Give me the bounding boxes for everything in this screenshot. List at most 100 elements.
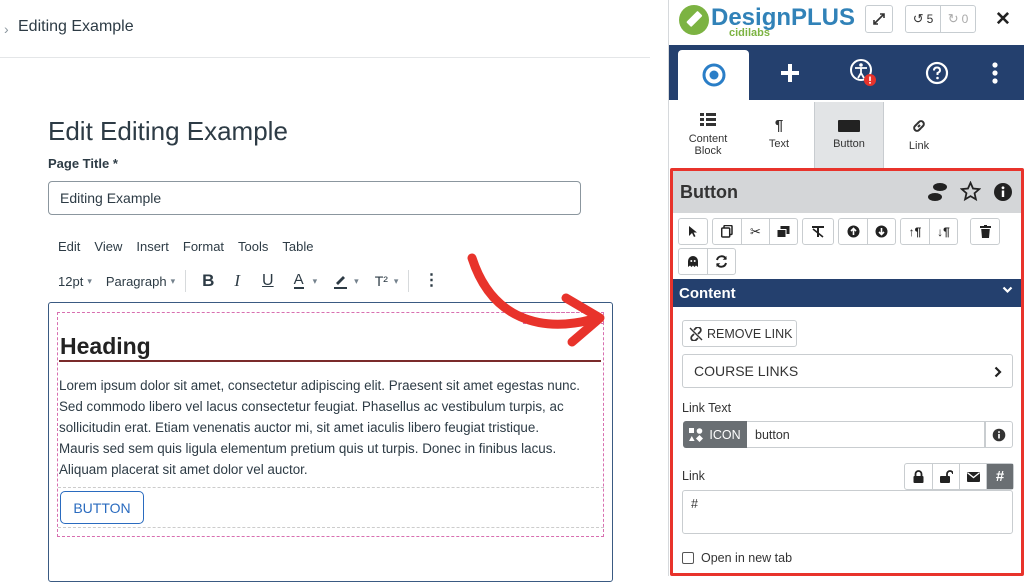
course-links-button[interactable]: COURSE LINKS bbox=[682, 354, 1013, 388]
tab-label: Content Block bbox=[688, 133, 728, 157]
expand-button[interactable] bbox=[865, 5, 893, 33]
undo-icon: ↺ bbox=[912, 11, 924, 26]
open-new-tab-option[interactable]: Open in new tab bbox=[682, 551, 792, 565]
block-format-value: Paragraph bbox=[105, 273, 167, 289]
lock-icon bbox=[913, 470, 924, 483]
icon-picker-button[interactable]: ICON bbox=[683, 421, 747, 448]
redo-icon: ↻ bbox=[947, 11, 959, 26]
paragraph-line: Sed commodo libero vel lacus consectetur… bbox=[59, 399, 564, 414]
course-links-label: COURSE LINKS bbox=[694, 363, 799, 379]
menu-tools[interactable]: Tools bbox=[238, 239, 268, 254]
font-size-select[interactable]: 12pt ▾ bbox=[58, 274, 92, 289]
pencil-logo-icon bbox=[679, 5, 709, 35]
text-color-icon: A bbox=[293, 271, 304, 289]
tab-label: Text bbox=[768, 138, 790, 150]
logo-subtitle: cidilabs bbox=[729, 27, 770, 39]
accessibility-icon bbox=[849, 58, 876, 86]
redo-button[interactable]: ↻ 0 bbox=[940, 5, 976, 33]
chevron-down-icon: ▾ bbox=[87, 275, 92, 286]
menu-edit[interactable]: Edit bbox=[58, 239, 80, 254]
content-paragraph[interactable]: Lorem ipsum dolor sit amet, consectetur … bbox=[59, 375, 603, 480]
unlock-button[interactable] bbox=[932, 464, 959, 489]
link-type-buttons: # bbox=[904, 463, 1014, 490]
more-options-button[interactable]: ⋮ bbox=[423, 272, 440, 289]
kebab-icon: ⋮ bbox=[423, 272, 440, 289]
chevron-down-icon: ▾ bbox=[354, 275, 359, 286]
link-label: Link bbox=[682, 469, 705, 483]
grid-icon bbox=[700, 113, 716, 126]
remove-link-button[interactable]: REMOVE LINK bbox=[682, 320, 797, 347]
red-arrow-annotation bbox=[467, 253, 605, 347]
email-button[interactable] bbox=[959, 464, 986, 489]
hash-icon: # bbox=[995, 468, 1005, 485]
canvas-editor-area: › Editing Example Edit Editing Example P… bbox=[0, 0, 668, 582]
text-color-button[interactable]: A ▾ bbox=[293, 271, 318, 289]
paragraph-line: sollicitudin erat. Etiam venenatis aucto… bbox=[59, 420, 540, 435]
help-icon bbox=[925, 61, 948, 84]
bold-icon: B bbox=[202, 271, 215, 290]
paragraph-line: Lorem ipsum dolor sit amet, consectetur … bbox=[59, 378, 580, 393]
menu-format[interactable]: Format bbox=[183, 239, 224, 254]
tab-content-block[interactable]: Content Block bbox=[673, 102, 743, 168]
italic-button[interactable]: I bbox=[234, 271, 240, 291]
content-button[interactable]: BUTTON bbox=[60, 491, 144, 524]
tab-label: Link bbox=[908, 140, 930, 152]
designplus-logo bbox=[677, 3, 711, 37]
editor-menubar: Edit View Insert Format Tools Table bbox=[58, 239, 327, 254]
tab-button[interactable]: Button bbox=[814, 102, 884, 168]
envelope-icon bbox=[966, 471, 980, 482]
tab-accessibility[interactable] bbox=[827, 45, 898, 100]
link-text-info-button[interactable] bbox=[985, 421, 1013, 448]
undo-button[interactable]: ↺ 5 bbox=[905, 5, 941, 33]
highlighter-icon bbox=[333, 273, 348, 289]
editor-toolbar: 12pt ▾ Paragraph ▾ B I U A ▾ ▾ T² ▾ ⋮ bbox=[58, 268, 439, 294]
tab-more[interactable] bbox=[965, 45, 1024, 100]
breadcrumb-current[interactable]: Editing Example bbox=[18, 18, 134, 36]
link-url-input[interactable]: # bbox=[682, 490, 1013, 534]
open-new-tab-checkbox[interactable] bbox=[682, 552, 694, 564]
menu-view[interactable]: View bbox=[94, 239, 122, 254]
underline-button[interactable]: U bbox=[262, 272, 274, 290]
superscript-button[interactable]: T² ▾ bbox=[375, 273, 399, 289]
block-format-select[interactable]: Paragraph ▾ bbox=[106, 274, 175, 289]
link-text-input[interactable] bbox=[747, 421, 985, 448]
info-icon bbox=[992, 428, 1006, 441]
plus-icon bbox=[780, 63, 799, 82]
menu-table[interactable]: Table bbox=[282, 239, 313, 254]
page-title-input[interactable] bbox=[48, 181, 581, 215]
breadcrumb: › Editing Example bbox=[0, 0, 650, 58]
tab-help[interactable] bbox=[901, 45, 972, 100]
highlight-color-button[interactable]: ▾ bbox=[333, 273, 359, 289]
button-icon bbox=[838, 120, 860, 132]
page-title-label: Page Title * bbox=[48, 156, 118, 171]
toolbar-divider bbox=[185, 270, 187, 292]
page-title: Edit Editing Example bbox=[48, 116, 288, 146]
superscript-icon: T² bbox=[374, 273, 388, 289]
link-text-label: Link Text bbox=[682, 401, 732, 415]
kebab-icon bbox=[992, 61, 998, 84]
page-title-label-text: Page Title bbox=[48, 156, 110, 171]
menu-insert[interactable]: Insert bbox=[136, 239, 169, 254]
required-asterisk: * bbox=[112, 156, 118, 171]
icons-icon bbox=[689, 427, 704, 442]
redo-count: 0 bbox=[961, 12, 969, 26]
close-icon[interactable]: ✕ bbox=[995, 8, 1011, 31]
tab-link[interactable]: Link bbox=[884, 102, 954, 168]
chevron-down-icon: ▾ bbox=[312, 275, 318, 286]
tab-text[interactable]: ¶ Text bbox=[744, 102, 814, 168]
element-type-tabs: Content Block ¶ Text Button Link bbox=[669, 100, 1024, 168]
lock-button[interactable] bbox=[905, 464, 932, 489]
tab-label: Button bbox=[833, 138, 865, 150]
font-size-value: 12pt bbox=[58, 273, 84, 289]
pilcrow-icon: ¶ bbox=[774, 117, 784, 134]
tab-add[interactable] bbox=[754, 45, 825, 100]
undo-count: 5 bbox=[926, 12, 934, 26]
tab-target[interactable] bbox=[678, 50, 749, 100]
anchor-hash-button[interactable]: # bbox=[986, 464, 1013, 489]
bold-button[interactable]: B bbox=[202, 271, 214, 291]
italic-icon: I bbox=[234, 271, 241, 290]
content-heading[interactable]: Heading bbox=[60, 333, 151, 360]
open-new-tab-label: Open in new tab bbox=[701, 551, 793, 565]
panel-nav-tabs bbox=[669, 45, 1024, 100]
link-icon bbox=[913, 120, 925, 132]
